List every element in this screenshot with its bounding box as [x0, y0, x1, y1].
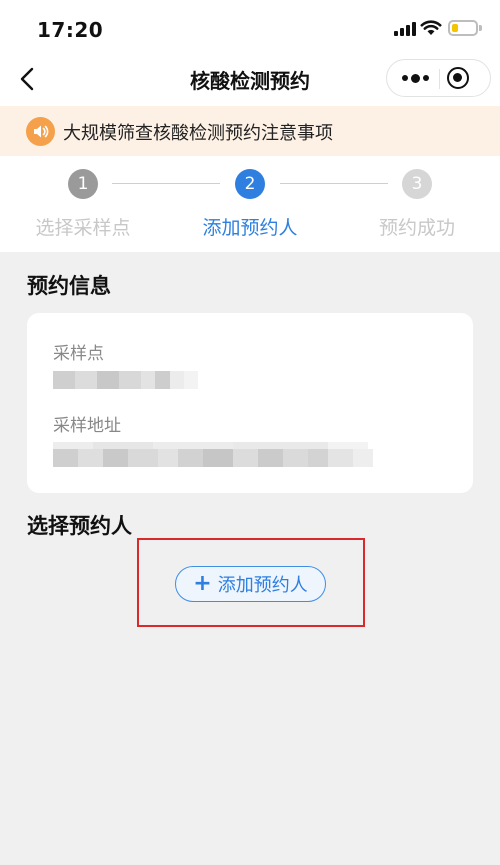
- highlight-annotation: [137, 538, 365, 627]
- step-connector: [112, 183, 220, 184]
- booking-info-title: 预约信息: [27, 274, 111, 298]
- step-connector: [280, 183, 388, 184]
- status-bar: 17:20: [0, 0, 500, 56]
- site-value-redacted: [53, 371, 198, 389]
- step-1-label: 选择采样点: [35, 217, 131, 239]
- step-3-label: 预约成功: [378, 217, 455, 239]
- step-2-circle: 2: [235, 169, 265, 199]
- speaker-icon: [26, 117, 55, 146]
- notice-text: 大规模筛查核酸检测预约注意事项: [63, 123, 333, 144]
- notice-banner[interactable]: 大规模筛查核酸检测预约注意事项: [0, 106, 500, 156]
- capsule-divider: [439, 69, 440, 89]
- booking-info-card: 采样点 采样地址: [27, 313, 473, 493]
- status-time: 17:20: [37, 18, 104, 42]
- site-label: 采样点: [53, 344, 104, 364]
- wifi-icon: [420, 20, 442, 35]
- nav-bar: 核酸检测预约: [0, 56, 500, 102]
- address-value-redacted-2: [53, 449, 373, 467]
- step-3-circle: 3: [402, 169, 432, 199]
- address-label: 采样地址: [53, 416, 121, 436]
- miniapp-capsule: [386, 59, 491, 97]
- address-value-redacted-1: [53, 437, 368, 452]
- more-dots-icon: [401, 75, 408, 81]
- select-person-title: 选择预约人: [27, 514, 132, 538]
- close-miniapp-button[interactable]: [447, 67, 469, 89]
- step-2-label: 添加预约人: [202, 217, 298, 239]
- step-1-circle: 1: [68, 169, 98, 199]
- battery-icon: [448, 20, 482, 36]
- signal-icon: [394, 22, 416, 36]
- more-button[interactable]: [395, 60, 435, 96]
